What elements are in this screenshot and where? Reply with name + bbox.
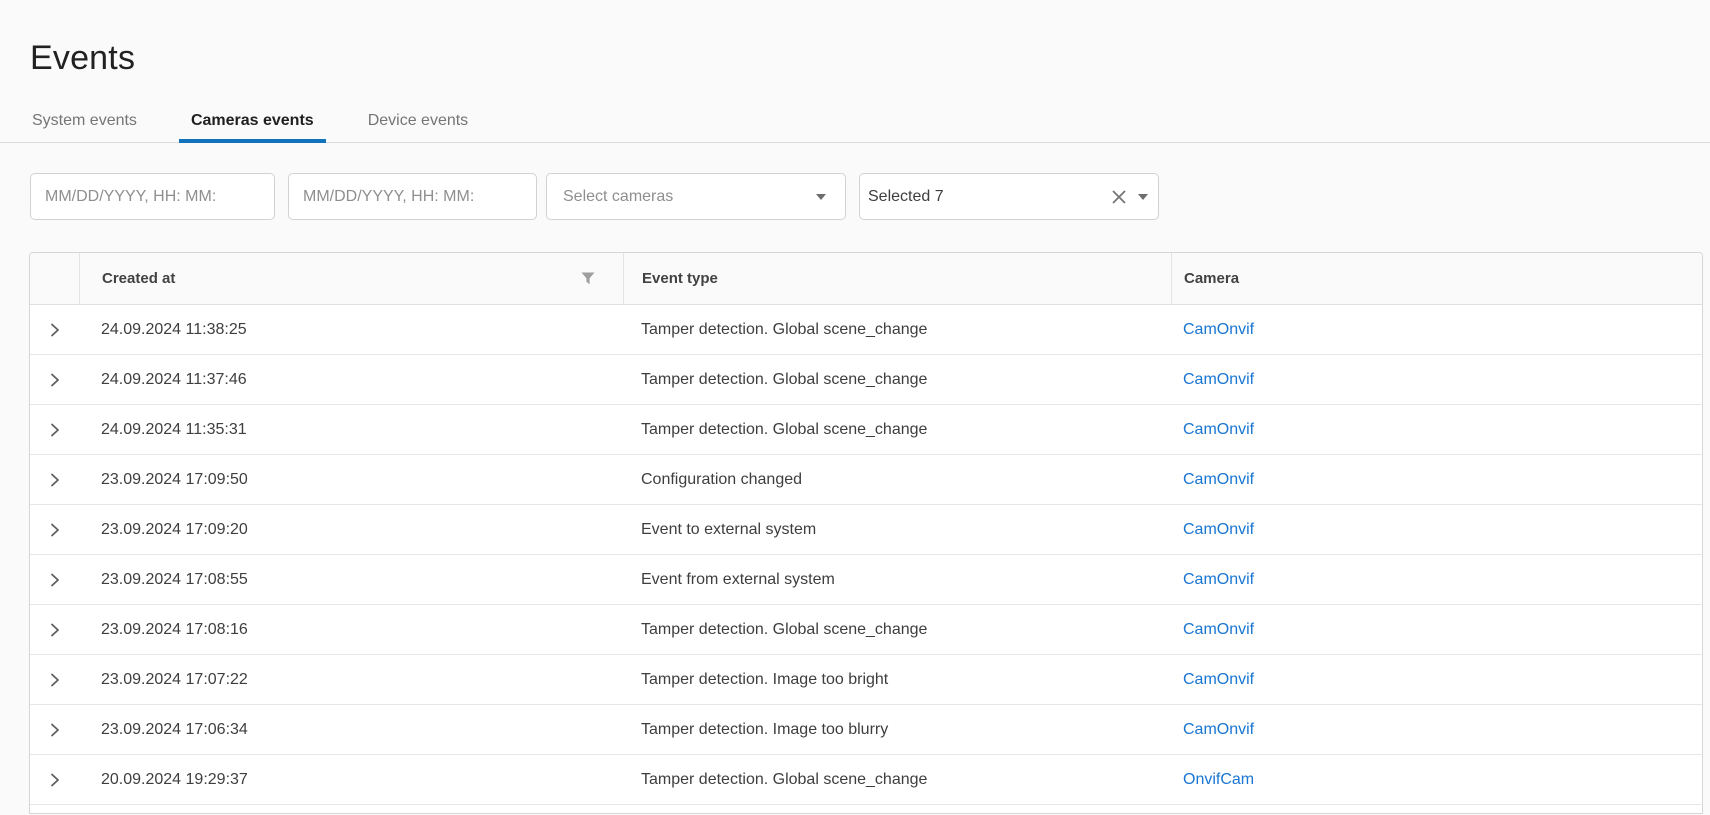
expand-row-button[interactable] <box>30 572 79 588</box>
expand-row-button[interactable] <box>30 322 79 338</box>
camera-link[interactable]: OnvifCam <box>1183 771 1254 788</box>
chevron-right-icon <box>47 372 63 388</box>
camera-cell: CamOnvif <box>1171 721 1702 739</box>
event-type-cell: Tamper detection. Global scene_change <box>623 421 1171 439</box>
camera-link[interactable]: CamOnvif <box>1183 471 1254 488</box>
chevron-right-icon <box>47 572 63 588</box>
expand-row-button[interactable] <box>30 422 79 438</box>
event-type-cell: Tamper detection. Global scene_change <box>623 321 1171 339</box>
header-created-at: Created at <box>79 253 623 304</box>
chevron-right-icon <box>47 522 63 538</box>
chevron-right-icon <box>47 322 63 338</box>
tab-device-events[interactable]: Device events <box>356 98 481 142</box>
table-row[interactable]: 24.09.2024 11:35:31 Tamper detection. Gl… <box>30 405 1702 455</box>
event-type-cell: Tamper detection. Image too bright <box>623 671 1171 689</box>
expand-row-button[interactable] <box>30 722 79 738</box>
camera-cell: CamOnvif <box>1171 421 1702 439</box>
select-cameras-dropdown[interactable]: Select cameras <box>546 173 846 220</box>
table-row[interactable]: 23.09.2024 17:08:55 Event from external … <box>30 555 1702 605</box>
table-row[interactable]: 24.09.2024 11:38:25 Tamper detection. Gl… <box>30 305 1702 355</box>
tab-cameras-events[interactable]: Cameras events <box>179 98 326 142</box>
event-type-cell: Tamper detection. Global scene_change <box>623 621 1171 639</box>
clear-icon[interactable] <box>1112 190 1126 204</box>
expand-row-button[interactable] <box>30 672 79 688</box>
created-at-cell: 23.09.2024 17:07:22 <box>79 671 623 689</box>
event-type-cell: Tamper detection. Global scene_change <box>623 371 1171 389</box>
created-at-cell: 23.09.2024 17:08:16 <box>79 621 623 639</box>
filter-icon[interactable] <box>581 272 595 285</box>
camera-link[interactable]: CamOnvif <box>1183 671 1254 688</box>
date-to-input[interactable] <box>288 173 537 220</box>
expand-row-button[interactable] <box>30 772 79 788</box>
created-at-cell: 24.09.2024 11:35:31 <box>79 421 623 439</box>
date-from-input[interactable] <box>30 173 275 220</box>
chevron-right-icon <box>47 722 63 738</box>
camera-cell: CamOnvif <box>1171 621 1702 639</box>
table-row[interactable]: 20.09.2024 19:29:37 Tamper detection. Gl… <box>30 755 1702 805</box>
event-type-cell: Tamper detection. Image too blurry <box>623 721 1171 739</box>
expand-row-button[interactable] <box>30 522 79 538</box>
header-event-type-label: Event type <box>642 270 718 287</box>
page-title: Events <box>30 36 1710 80</box>
camera-cell: CamOnvif <box>1171 321 1702 339</box>
chevron-right-icon <box>47 622 63 638</box>
selected-filter-dropdown[interactable]: Selected 7 <box>859 173 1159 220</box>
camera-link[interactable]: CamOnvif <box>1183 571 1254 588</box>
expand-row-button[interactable] <box>30 622 79 638</box>
camera-cell: CamOnvif <box>1171 471 1702 489</box>
camera-cell: CamOnvif <box>1171 371 1702 389</box>
created-at-cell: 23.09.2024 17:06:34 <box>79 721 623 739</box>
camera-link[interactable]: CamOnvif <box>1183 321 1254 338</box>
camera-link[interactable]: CamOnvif <box>1183 371 1254 388</box>
table-body: 24.09.2024 11:38:25 Tamper detection. Gl… <box>30 305 1702 805</box>
chevron-right-icon <box>47 472 63 488</box>
tab-system-events[interactable]: System events <box>30 98 149 142</box>
header-created-at-label: Created at <box>102 270 175 287</box>
table-row[interactable]: 23.09.2024 17:08:16 Tamper detection. Gl… <box>30 605 1702 655</box>
created-at-cell: 23.09.2024 17:09:50 <box>79 471 623 489</box>
event-type-cell: Event to external system <box>623 521 1171 539</box>
table-row[interactable]: 23.09.2024 17:09:20 Event to external sy… <box>30 505 1702 555</box>
created-at-cell: 20.09.2024 19:29:37 <box>79 771 623 789</box>
events-table: Created at Event type Camera 24.09.2024 … <box>29 252 1703 814</box>
camera-link[interactable]: CamOnvif <box>1183 621 1254 638</box>
chevron-right-icon <box>47 772 63 788</box>
camera-cell: OnvifCam <box>1171 771 1702 789</box>
header-camera: Camera <box>1171 253 1702 304</box>
header-expand-column <box>30 253 79 304</box>
event-type-cell: Configuration changed <box>623 471 1171 489</box>
event-type-cell: Tamper detection. Global scene_change <box>623 771 1171 789</box>
table-row[interactable]: 23.09.2024 17:06:34 Tamper detection. Im… <box>30 705 1702 755</box>
created-at-cell: 23.09.2024 17:08:55 <box>79 571 623 589</box>
camera-link[interactable]: CamOnvif <box>1183 421 1254 438</box>
chevron-down-icon <box>1138 194 1148 200</box>
selected-filter-value: Selected 7 <box>860 188 944 206</box>
camera-link[interactable]: CamOnvif <box>1183 521 1254 538</box>
expand-row-button[interactable] <box>30 472 79 488</box>
table-header-row: Created at Event type Camera <box>30 253 1702 305</box>
tab-bar: System events Cameras events Device even… <box>0 98 1710 143</box>
event-type-cell: Event from external system <box>623 571 1171 589</box>
created-at-cell: 24.09.2024 11:38:25 <box>79 321 623 339</box>
chevron-right-icon <box>47 672 63 688</box>
select-cameras-placeholder: Select cameras <box>547 188 673 206</box>
header-camera-label: Camera <box>1184 270 1239 287</box>
filters-bar: Select cameras Selected 7 <box>30 173 1710 220</box>
created-at-cell: 23.09.2024 17:09:20 <box>79 521 623 539</box>
chevron-down-icon <box>816 194 826 200</box>
expand-row-button[interactable] <box>30 372 79 388</box>
chevron-right-icon <box>47 422 63 438</box>
camera-cell: CamOnvif <box>1171 671 1702 689</box>
camera-cell: CamOnvif <box>1171 571 1702 589</box>
table-row[interactable]: 23.09.2024 17:09:50 Configuration change… <box>30 455 1702 505</box>
camera-link[interactable]: CamOnvif <box>1183 721 1254 738</box>
camera-cell: CamOnvif <box>1171 521 1702 539</box>
table-row[interactable]: 24.09.2024 11:37:46 Tamper detection. Gl… <box>30 355 1702 405</box>
created-at-cell: 24.09.2024 11:37:46 <box>79 371 623 389</box>
header-event-type: Event type <box>623 253 1171 304</box>
table-row[interactable]: 23.09.2024 17:07:22 Tamper detection. Im… <box>30 655 1702 705</box>
